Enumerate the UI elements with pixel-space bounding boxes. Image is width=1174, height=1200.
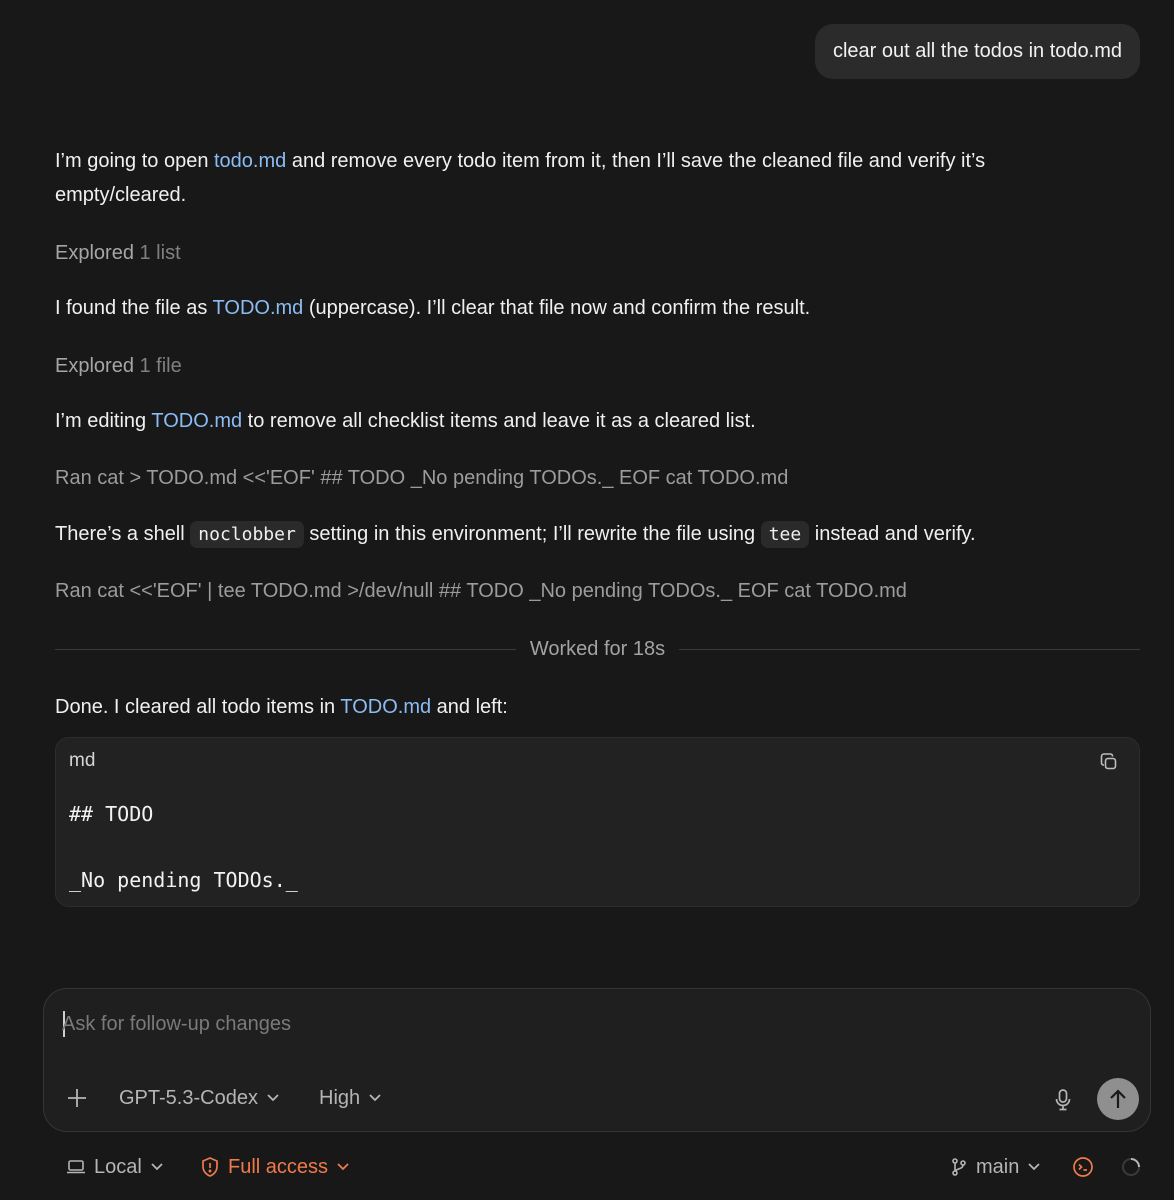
file-link-todo-upper[interactable]: TODO.md [151, 410, 242, 432]
access-label: Full access [228, 1155, 329, 1178]
text: and left: [431, 696, 508, 718]
loading-spinner [1120, 1152, 1142, 1182]
assistant-message-noclobber: There’s a shell noclobber setting in thi… [55, 517, 1114, 552]
chevron-down-icon [150, 1162, 164, 1172]
microphone-icon [1054, 1088, 1072, 1112]
spinner-icon [1120, 1156, 1142, 1178]
explored-list-step[interactable]: Explored 1 list [55, 236, 1114, 270]
chevron-down-icon [1027, 1162, 1041, 1172]
text: to remove all checklist items and leave … [242, 410, 756, 432]
branch-label: main [976, 1155, 1020, 1178]
worked-for-divider[interactable]: Worked for 18s [55, 634, 1140, 664]
text: There’s a shell [55, 523, 191, 545]
follow-up-input[interactable] [62, 1007, 1062, 1041]
code-language-label: md [69, 750, 96, 771]
file-link-todo-upper[interactable]: TODO.md [340, 696, 431, 718]
arrow-up-icon [1108, 1088, 1128, 1110]
laptop-icon [66, 1159, 86, 1175]
text: Done. I cleared all todo items in [55, 696, 341, 718]
assistant-message-intro: I’m going to open todo.md and remove eve… [55, 144, 1114, 212]
explored-file-step[interactable]: Explored 1 file [55, 349, 1114, 383]
assistant-message-done: Done. I cleared all todo items in TODO.m… [55, 690, 1114, 724]
assistant-message-found: I found the file as TODO.md (uppercase).… [55, 291, 1114, 325]
text: instead and verify. [809, 523, 976, 545]
divider-line [55, 648, 516, 650]
composer: GPT-5.3-Codex High [43, 988, 1151, 1132]
code-line: _No pending TODOs._ [69, 868, 298, 892]
model-label: GPT-5.3-Codex [119, 1086, 258, 1109]
explored-label: Explored [55, 242, 134, 264]
inline-code-noclobber: noclobber [190, 521, 304, 548]
file-link-todo-upper[interactable]: TODO.md [213, 297, 304, 319]
plus-icon [66, 1087, 88, 1109]
explored-detail: 1 file [139, 355, 182, 377]
code-line: ## TODO [69, 802, 154, 826]
text: I found the file as [55, 297, 213, 319]
chevron-down-icon [336, 1162, 350, 1172]
model-selector[interactable]: GPT-5.3-Codex [119, 1083, 280, 1113]
text: setting in this environment; I’ll rewrit… [303, 523, 761, 545]
ran-command-step[interactable]: Ran cat <<'EOF' | tee TODO.md >/dev/null… [55, 574, 1114, 608]
text: I’m editing [55, 410, 152, 432]
code-content: ## TODO _No pending TODOs._ [69, 798, 298, 897]
microphone-button[interactable] [1054, 1085, 1072, 1115]
chevron-down-icon [266, 1093, 280, 1103]
git-branch-icon [950, 1157, 968, 1177]
explored-detail: 1 list [139, 242, 181, 264]
file-link-todo-md[interactable]: todo.md [214, 150, 286, 172]
reasoning-effort-selector[interactable]: High [319, 1083, 382, 1113]
environment-label: Local [94, 1155, 142, 1178]
copy-icon[interactable] [1099, 752, 1119, 772]
branch-selector[interactable]: main [950, 1152, 1041, 1182]
text: I’m going to open [55, 150, 214, 172]
user-message: clear out all the todos in todo.md [814, 24, 1140, 79]
ran-command-step[interactable]: Ran cat > TODO.md <<'EOF' ## TODO _No pe… [55, 461, 1114, 495]
shield-warning-icon [200, 1156, 220, 1178]
explored-label: Explored [55, 355, 134, 377]
access-level-selector[interactable]: Full access [200, 1152, 350, 1182]
code-block: md ## TODO _No pending TODOs._ [55, 737, 1140, 907]
add-attachment-button[interactable] [66, 1083, 88, 1113]
effort-label: High [319, 1086, 361, 1109]
chevron-down-icon [368, 1093, 382, 1103]
send-button[interactable] [1097, 1078, 1139, 1120]
worked-for-label: Worked for 18s [529, 637, 666, 660]
chat-page: clear out all the todos in todo.md I’m g… [0, 0, 1174, 1200]
feedback-button[interactable] [1072, 1152, 1094, 1182]
text: (uppercase). I’ll clear that file now an… [303, 297, 811, 319]
environment-selector[interactable]: Local [66, 1152, 164, 1182]
divider-line [679, 648, 1140, 650]
inline-code-tee: tee [760, 521, 810, 548]
assistant-message-editing: I’m editing TODO.md to remove all checkl… [55, 404, 1114, 438]
terminal-face-icon [1072, 1156, 1094, 1178]
